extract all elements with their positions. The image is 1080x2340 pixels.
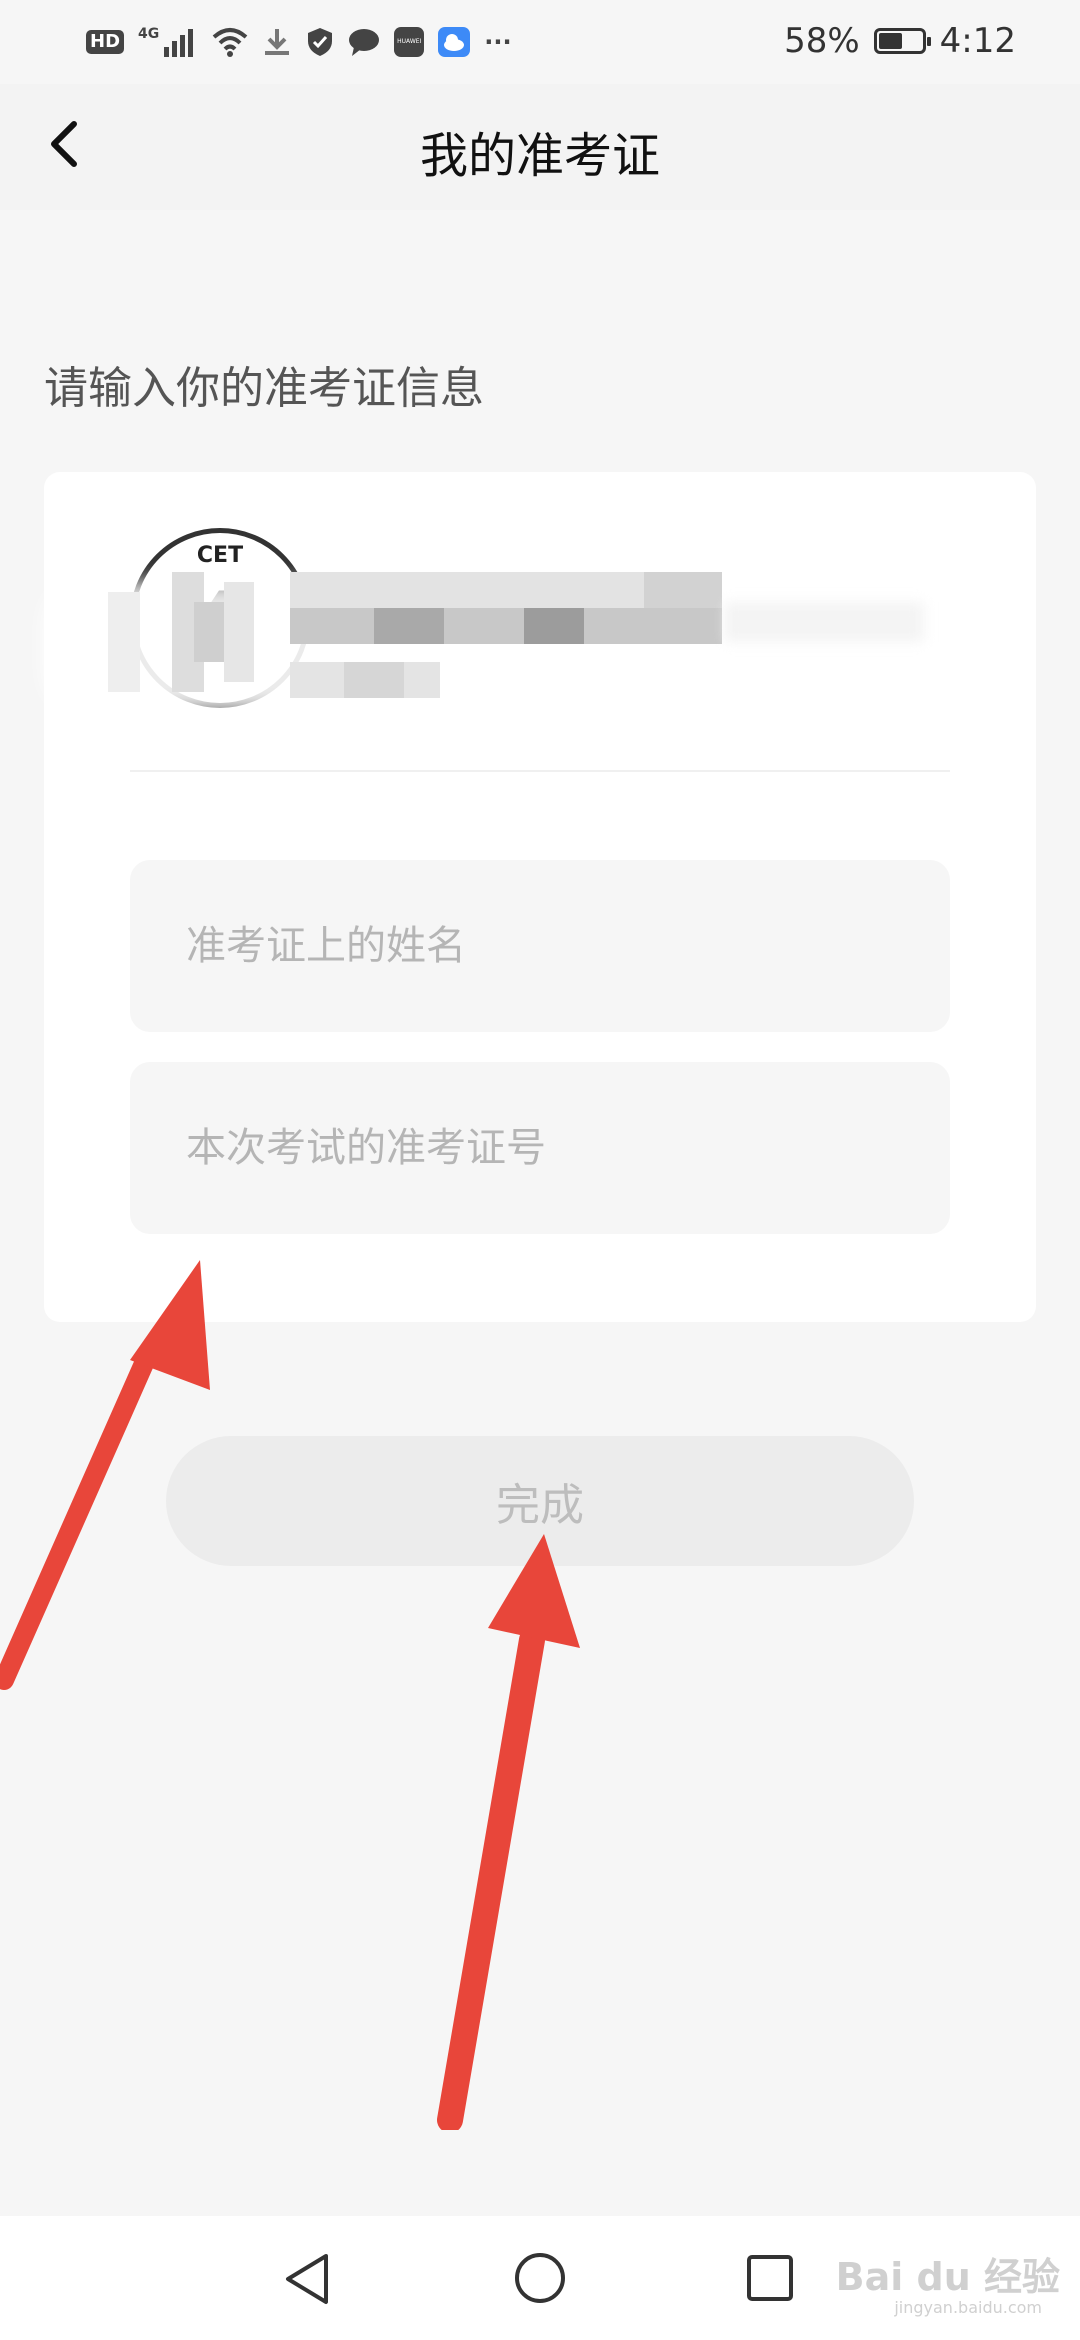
ticket-number-input[interactable] xyxy=(130,1062,950,1234)
chevron-left-icon xyxy=(51,121,77,167)
redaction-pixel xyxy=(224,582,254,682)
back-button[interactable] xyxy=(40,114,100,174)
annotation-arrow-left xyxy=(0,1260,210,1690)
redaction-pixel xyxy=(524,608,584,644)
header-bar: 我的准考证 xyxy=(0,84,1080,210)
cloud-icon xyxy=(438,27,471,57)
page-title: 我的准考证 xyxy=(419,128,660,184)
shield-icon xyxy=(308,28,333,56)
huawei-appgallery-icon: HUAWEI xyxy=(394,27,425,57)
status-right: 58% 4:12 xyxy=(784,18,1016,64)
baidu-watermark: Bai du 经验 xyxy=(835,2255,1060,2299)
nav-home-icon[interactable] xyxy=(512,2250,568,2306)
clock: 4:12 xyxy=(939,21,1016,61)
redaction-pixel xyxy=(344,662,404,698)
message-icon xyxy=(349,29,380,56)
battery-percent: 58% xyxy=(784,21,860,61)
signal-icon: 4G xyxy=(138,27,198,57)
redaction-pixel xyxy=(374,608,444,644)
more-notifications-icon: ··· xyxy=(484,28,512,56)
name-input[interactable] xyxy=(130,860,950,1032)
nav-recents-icon[interactable] xyxy=(744,2252,796,2304)
redaction-pixel xyxy=(644,572,722,608)
admission-ticket-card: CET 4 xyxy=(44,472,1036,1322)
status-bar: HD 4G HUAWEI ··· 58% 4:12 xyxy=(0,0,1080,84)
redacted-exam-info xyxy=(44,512,944,752)
nav-back-icon[interactable] xyxy=(282,2252,332,2306)
battery-charging-icon xyxy=(873,28,931,54)
card-divider xyxy=(130,770,950,772)
redaction-pixel xyxy=(108,592,140,692)
baidu-watermark-url: jingyan.baidu.com xyxy=(894,2298,1042,2317)
redaction-pixel xyxy=(724,602,924,642)
annotation-arrow-center xyxy=(437,1534,580,2130)
redaction-pixel xyxy=(194,602,224,662)
status-left-icons: HD 4G HUAWEI ··· xyxy=(86,22,512,62)
form-prompt: 请输入你的准考证信息 xyxy=(44,363,484,414)
hd-badge: HD xyxy=(86,30,125,54)
download-icon xyxy=(265,29,290,55)
redaction-pixel xyxy=(290,608,722,644)
wifi-icon xyxy=(212,28,248,57)
